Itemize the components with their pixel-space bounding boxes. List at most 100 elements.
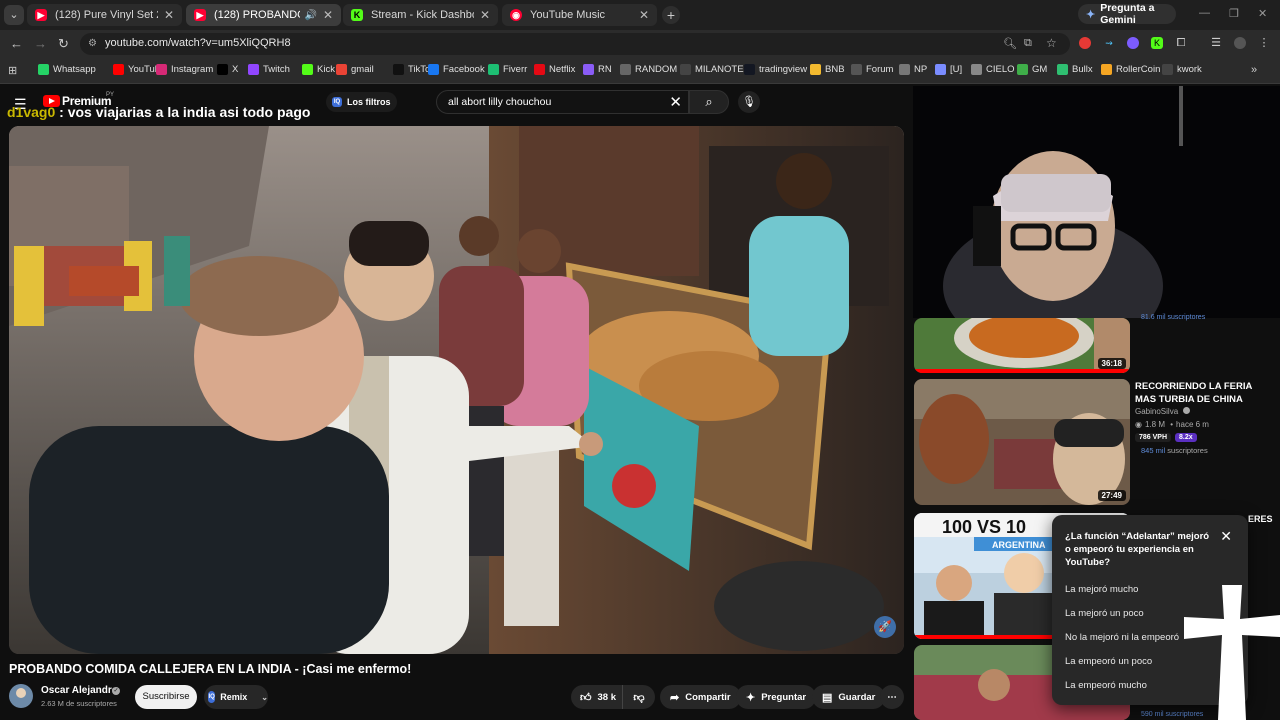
player-extension-rocket-icon[interactable]: 🚀 [874, 616, 896, 638]
clear-search-icon[interactable]: ✕ [669, 93, 682, 111]
bookmark-fiverr[interactable]: Fiverr [488, 64, 527, 75]
bookmark-whatsapp[interactable]: Whatsapp [38, 64, 96, 75]
bookmark-label: NP [914, 64, 928, 75]
install-app-icon[interactable]: ⧉ [1024, 37, 1032, 50]
youtube-favicon-icon: ▶ [194, 9, 206, 21]
bookmark-netflix[interactable]: Netflix [534, 64, 575, 75]
search-button[interactable]: ⌕ [689, 90, 729, 114]
bookmark-label: Fiverr [503, 64, 528, 75]
bookmark-np[interactable]: NP [899, 64, 927, 75]
kick-extension-icon[interactable]: K [1151, 37, 1163, 49]
bookmark-tradingview[interactable]: tradingview [744, 64, 807, 75]
share-button[interactable]: ➦ Compartir [660, 685, 741, 709]
recommendation-title[interactable]: RECORRIENDO LA FERIA MAS TURBIA DE CHINA [1135, 380, 1265, 406]
zoom-icon[interactable]: 🔍︎ [1003, 37, 1017, 50]
browser-menu-icon[interactable]: ⋮ [1258, 37, 1270, 49]
channel-name[interactable]: Oscar Alejandro [41, 685, 118, 696]
thumbnail-china-market-image [914, 379, 1130, 505]
tab-youtube-music[interactable]: ◉ YouTube Music ✕ [502, 4, 657, 26]
apps-grid-icon[interactable]: ⊞ [8, 64, 17, 77]
extension-blob-icon[interactable] [1127, 37, 1139, 49]
bookmark-favicon-icon [1057, 64, 1068, 75]
more-actions-button[interactable]: ⋯ [880, 685, 904, 709]
bookmark-milanote[interactable]: MILANOTE [680, 64, 744, 75]
bookmark-x[interactable]: X [217, 64, 238, 75]
video-player[interactable] [9, 126, 904, 654]
ask-gemini-button[interactable]: ✦ Pregunta a Gemini [1078, 2, 1176, 26]
recommendation-channel[interactable]: GabinoSilva [1135, 407, 1191, 416]
search-input[interactable]: all abort lilly chouchou ✕ [436, 90, 689, 114]
profile-avatar-icon[interactable] [1234, 37, 1246, 49]
bookmark-bnb[interactable]: BNB [810, 64, 845, 75]
maximize-icon[interactable]: ❐ [1229, 7, 1239, 20]
reload-icon[interactable]: ↻ [58, 36, 69, 52]
bookmark-label: CIELO [986, 64, 1015, 75]
bookmark-u[interactable]: [U] [935, 64, 962, 75]
kick-favicon-icon: K [351, 9, 363, 21]
url-text[interactable]: youtube.com/watch?v=um5XliQQRH8 [105, 37, 291, 49]
filters-button[interactable]: IQ Los filtros [326, 92, 397, 112]
tab-kick-dashboard[interactable]: K Stream - Kick Dashboard ✕ [343, 4, 498, 26]
bookmark-instagram[interactable]: Instagram [156, 64, 213, 75]
back-arrow-icon[interactable]: ← [10, 36, 23, 51]
more-bookmarks-chevron-icon[interactable]: » [1251, 64, 1257, 76]
site-info-icon[interactable]: ⚙ [88, 38, 97, 49]
bookmark-favicon-icon [248, 64, 259, 75]
close-tab-icon[interactable]: ✕ [164, 8, 174, 22]
bookmark-random[interactable]: RANDOM [620, 64, 677, 75]
recommendation-thumbnail-1[interactable]: 36:18 [914, 318, 1130, 373]
remix-label: Remix [220, 692, 248, 702]
bookmark-forum[interactable]: Forum [851, 64, 893, 75]
remix-button[interactable]: IQ Remix ⌄ [204, 685, 268, 709]
forward-arrow-icon[interactable]: → [34, 36, 47, 51]
record-extension-icon[interactable] [1079, 37, 1091, 49]
bookmark-kick[interactable]: Kick [302, 64, 335, 75]
recommendation-channel-name[interactable]: GabinoSilva [1135, 407, 1178, 416]
bookmark-cielo[interactable]: CIELO [971, 64, 1015, 75]
survey-option-much-better[interactable]: La mejoró mucho [1065, 584, 1138, 595]
ask-button[interactable]: ✦ Preguntar [736, 685, 817, 709]
bookmark-kwork[interactable]: kwork [1162, 64, 1202, 75]
bookmark-rn[interactable]: RN [583, 64, 612, 75]
thumbs-up-icon: 👍︎ [580, 691, 592, 704]
dislike-button[interactable]: 👎︎ [623, 691, 655, 704]
extension-arrow-icon[interactable]: ⇝ [1103, 37, 1115, 49]
search-query-text[interactable]: all abort lilly chouchou [448, 96, 551, 108]
bookmark-facebook[interactable]: Facebook [428, 64, 485, 75]
tab-probando-comida[interactable]: ▶ (128) PROBANDO COMIDA 🔊 ✕ [186, 4, 341, 26]
bookmark-star-icon[interactable]: ☆ [1046, 36, 1057, 50]
minimize-icon[interactable]: — [1199, 7, 1210, 19]
bookmark-bullx[interactable]: Bullx [1057, 64, 1093, 75]
bookmark-favicon-icon [680, 64, 691, 75]
close-tab-icon[interactable]: ✕ [323, 8, 333, 22]
reading-list-icon[interactable]: ☰ [1210, 37, 1222, 49]
extensions-puzzle-icon[interactable]: ⧠ [1175, 37, 1187, 49]
like-button[interactable]: 👍︎ 38 k [571, 685, 623, 709]
address-bar[interactable]: ⚙ youtube.com/watch?v=um5XliQQRH8 🔍︎ ⧉ ☆ [80, 33, 1070, 55]
bookmark-gmail[interactable]: gmail [336, 64, 374, 75]
survey-option-slightly-better[interactable]: La mejoró un poco [1065, 608, 1144, 619]
bookmark-twitch[interactable]: Twitch [248, 64, 290, 75]
close-tab-icon[interactable]: ✕ [639, 8, 649, 22]
survey-option-much-worse[interactable]: La empeoró mucho [1065, 680, 1147, 691]
speaker-icon[interactable]: 🔊 [304, 10, 316, 21]
bookmark-favicon-icon [1162, 64, 1173, 75]
recommendation-thumbnail-2[interactable]: 27:49 [914, 379, 1130, 505]
save-button[interactable]: ▤ Guardar [812, 685, 886, 709]
window-close-icon[interactable]: ✕ [1258, 7, 1267, 20]
bookmark-rollercoin[interactable]: RollerCoin [1101, 64, 1160, 75]
bookmark-gm[interactable]: GM [1017, 64, 1047, 75]
close-survey-icon[interactable]: ✕ [1220, 528, 1232, 545]
close-tab-icon[interactable]: ✕ [480, 8, 490, 22]
survey-option-neutral[interactable]: No la mejoró ni la empeoró [1065, 632, 1179, 643]
tab-search-chevron-icon[interactable]: ⌄ [4, 5, 24, 25]
bookmark-label: gmail [351, 64, 374, 75]
subscribe-button[interactable]: Suscribirse [135, 685, 197, 709]
region-code: PY [106, 92, 115, 98]
channel-avatar[interactable] [9, 684, 33, 708]
multiplier-badge: 8.2x [1175, 433, 1197, 442]
voice-search-mic-icon[interactable]: 🎙︎ [738, 91, 760, 113]
new-tab-button[interactable]: + [662, 6, 680, 24]
tab-pure-vinyl[interactable]: ▶ (128) Pure Vinyl Set 25 (Classic ✕ [27, 4, 182, 26]
survey-option-slightly-worse[interactable]: La empeoró un poco [1065, 656, 1152, 667]
